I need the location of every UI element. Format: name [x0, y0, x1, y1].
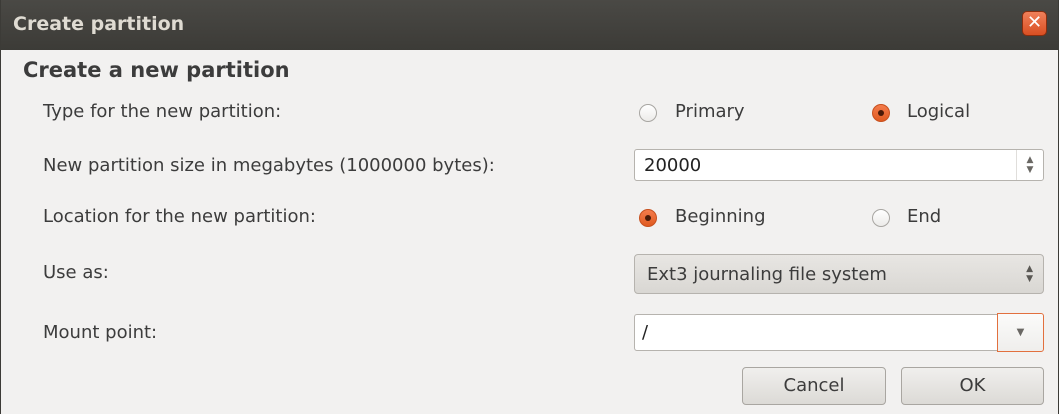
chevron-up-icon[interactable]: ▲ [1017, 155, 1043, 165]
radio-end[interactable] [872, 209, 890, 227]
radio-logical-label[interactable]: Logical [907, 101, 970, 122]
use-as-combobox[interactable]: Ext3 journaling file system ▲ ▼ [634, 254, 1044, 294]
radio-beginning[interactable] [639, 209, 657, 227]
partition-size-spinbutton[interactable]: 20000 ▲ ▼ [634, 149, 1044, 181]
radio-beginning-label[interactable]: Beginning [675, 206, 766, 227]
use-as-selected: Ext3 journaling file system [647, 264, 887, 285]
chevron-down-icon[interactable]: ▼ [1017, 165, 1043, 175]
partition-size-value[interactable]: 20000 [644, 155, 701, 176]
chevron-down-icon: ▼ [1016, 327, 1025, 338]
section-heading: Create a new partition [23, 58, 290, 82]
spin-arrows[interactable]: ▲ ▼ [1016, 150, 1043, 180]
partition-location-label: Location for the new partition: [43, 206, 316, 227]
title-bar[interactable]: Create partition ✕ [1, 0, 1058, 50]
updown-arrows-icon: ▲ ▼ [1026, 264, 1033, 284]
partition-type-label: Type for the new partition: [43, 101, 282, 122]
radio-end-label[interactable]: End [907, 206, 941, 227]
radio-primary-label[interactable]: Primary [675, 101, 745, 122]
partition-size-label: New partition size in megabytes (1000000… [43, 155, 495, 176]
radio-logical[interactable] [872, 104, 890, 122]
create-partition-dialog: Create partition ✕ Create a new partitio… [0, 0, 1059, 414]
ok-button[interactable]: OK [901, 367, 1044, 405]
window-title: Create partition [13, 13, 185, 35]
use-as-label: Use as: [43, 262, 109, 283]
mount-point-dropdown-button[interactable]: ▼ [997, 313, 1044, 352]
mount-point-value[interactable]: / [642, 322, 648, 343]
mount-point-input[interactable]: / [634, 314, 998, 351]
cancel-button[interactable]: Cancel [742, 367, 886, 405]
mount-point-label: Mount point: [43, 322, 158, 343]
close-button[interactable]: ✕ [1022, 11, 1047, 36]
close-icon: ✕ [1026, 12, 1043, 33]
radio-primary[interactable] [639, 104, 657, 122]
